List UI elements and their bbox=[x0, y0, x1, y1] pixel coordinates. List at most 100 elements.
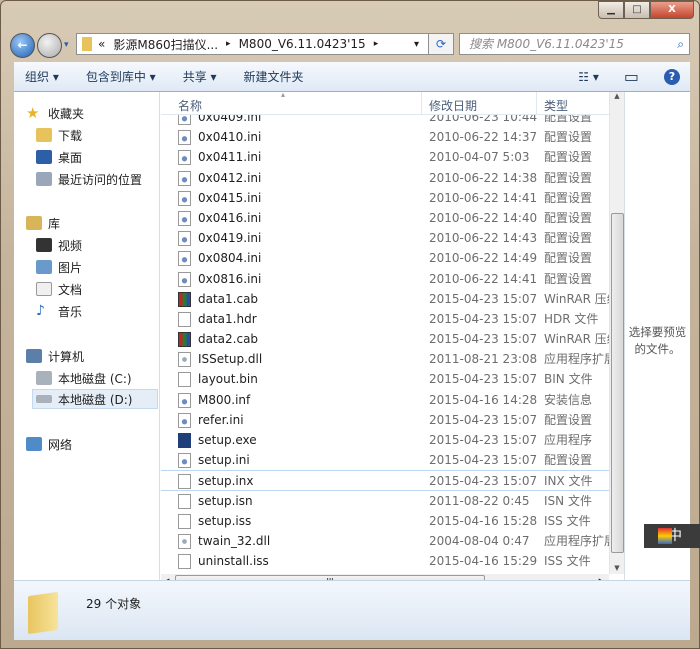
file-type: HDR 文件 bbox=[544, 311, 599, 326]
file-cfg-icon bbox=[178, 130, 191, 146]
file-row[interactable]: refer.ini 2015-04-23 15:07 配置设置 bbox=[161, 410, 609, 430]
file-row[interactable]: ISSetup.dll 2011-08-21 23:08 应用程序扩展 bbox=[161, 349, 609, 369]
file-type: 应用程序扩展 bbox=[544, 352, 609, 367]
file-date: 2015-04-23 15:07 bbox=[429, 474, 538, 489]
column-divider[interactable] bbox=[536, 92, 537, 115]
new-folder-button[interactable]: 新建文件夹 bbox=[244, 68, 304, 85]
search-input[interactable]: 搜索 M800_V6.11.0423'15 ⌕ bbox=[459, 33, 690, 55]
file-cfg-icon bbox=[178, 170, 191, 186]
file-row[interactable]: uninstall.iss 2015-04-16 15:29 ISS 文件 bbox=[161, 551, 609, 571]
file-row[interactable]: data1.hdr 2015-04-23 15:07 HDR 文件 bbox=[161, 309, 609, 329]
file-row[interactable]: 0x0419.ini 2010-06-22 14:43 配置设置 bbox=[161, 228, 609, 248]
organize-button[interactable]: 组织 ▾ bbox=[25, 68, 59, 85]
file-row[interactable]: 0x0415.ini 2010-06-22 14:41 配置设置 bbox=[161, 188, 609, 208]
details-pane: 29 个对象 bbox=[14, 580, 690, 640]
navigation-pane: ★ 收藏夹 下载 桌面 最近访问的位置 库 视频 图片 文档 ♪ 音乐 计算机 本地… bbox=[14, 92, 160, 580]
file-row[interactable]: data1.cab 2015-04-23 15:07 WinRAR 压缩文件 bbox=[161, 289, 609, 309]
scroll-down-icon[interactable]: ▼ bbox=[610, 564, 624, 572]
file-row[interactable]: data2.cab 2015-04-23 15:07 WinRAR 压缩文件 bbox=[161, 329, 609, 349]
file-type: 配置设置 bbox=[544, 130, 593, 145]
nav-desktop[interactable]: 桌面 bbox=[36, 147, 82, 167]
help-button[interactable]: ? bbox=[664, 68, 680, 85]
file-name: data2.cab bbox=[198, 332, 259, 347]
file-date: 2015-04-23 15:07 bbox=[429, 412, 538, 427]
address-dropdown-icon[interactable]: ▾ bbox=[414, 39, 419, 50]
file-date: 2010-06-22 14:49 bbox=[429, 251, 538, 266]
close-button[interactable]: X bbox=[650, 1, 694, 19]
file-row[interactable]: 0x0411.ini 2010-04-07 5:03 配置设置 bbox=[161, 147, 609, 167]
nav-music[interactable]: ♪ 音乐 bbox=[36, 301, 82, 321]
include-in-library-button[interactable]: 包含到库中 ▾ bbox=[86, 68, 156, 85]
file-row[interactable]: setup.ini 2015-04-23 15:07 配置设置 bbox=[161, 450, 609, 470]
address-bar[interactable]: « 影源M860扫描仪... ▸ M800_V6.11.0423'15 ▸ ▾ bbox=[76, 33, 454, 55]
file-date: 2010-06-22 14:40 bbox=[429, 210, 538, 225]
breadcrumb-overflow[interactable]: « bbox=[98, 37, 105, 51]
share-button[interactable]: 共享 ▾ bbox=[183, 68, 217, 85]
file-name: setup.ini bbox=[198, 453, 250, 468]
nav-drive-c[interactable]: 本地磁盘 (C:) bbox=[36, 368, 132, 388]
drive-icon bbox=[36, 371, 52, 385]
search-icon[interactable]: ⌕ bbox=[677, 34, 684, 54]
breadcrumb-item[interactable]: M800_V6.11.0423'15 bbox=[239, 37, 366, 51]
file-name: setup.isn bbox=[198, 493, 253, 508]
nav-favorites[interactable]: ★ 收藏夹 bbox=[26, 103, 84, 123]
column-header-name[interactable]: 名称 bbox=[178, 97, 202, 114]
recent-pages-dropdown-icon[interactable]: ▾ bbox=[64, 40, 69, 50]
scroll-up-icon[interactable]: ▲ bbox=[610, 92, 624, 100]
file-row[interactable]: 0x0412.ini 2010-06-22 14:38 配置设置 bbox=[161, 168, 609, 188]
nav-documents[interactable]: 文档 bbox=[36, 279, 82, 299]
nav-label: 下载 bbox=[58, 128, 83, 143]
nav-computer[interactable]: 计算机 bbox=[26, 346, 84, 366]
nav-pictures[interactable]: 图片 bbox=[36, 257, 82, 277]
recent-places-icon bbox=[36, 172, 52, 186]
file-type: WinRAR 压缩文件 bbox=[544, 332, 609, 347]
nav-network[interactable]: 网络 bbox=[26, 434, 72, 454]
folder-icon bbox=[82, 37, 92, 51]
network-icon bbox=[26, 437, 42, 451]
file-list: 名称 ▴ 修改日期 类型 0x0409.ini 2010-06-23 10:44… bbox=[161, 92, 609, 574]
file-doc-icon bbox=[178, 554, 191, 570]
vertical-scroll-thumb[interactable] bbox=[611, 213, 624, 553]
nav-label: 计算机 bbox=[48, 349, 85, 364]
column-header-date[interactable]: 修改日期 bbox=[429, 97, 477, 114]
column-divider[interactable] bbox=[421, 92, 422, 115]
breadcrumb-item[interactable]: 影源M860扫描仪... bbox=[113, 36, 218, 53]
column-header-type[interactable]: 类型 bbox=[544, 97, 568, 114]
forward-button[interactable] bbox=[37, 33, 62, 58]
back-button[interactable]: ← bbox=[10, 33, 35, 58]
file-doc-icon bbox=[178, 493, 191, 509]
view-options-button[interactable]: ☷ ▾ bbox=[578, 70, 599, 84]
file-row[interactable]: twain_32.dll 2004-08-04 0:47 应用程序扩展 bbox=[161, 531, 609, 551]
file-row[interactable]: 0x0416.ini 2010-06-22 14:40 配置设置 bbox=[161, 208, 609, 228]
refresh-button[interactable]: ⟳ bbox=[428, 33, 454, 55]
file-row[interactable]: 0x0410.ini 2010-06-22 14:37 配置设置 bbox=[161, 127, 609, 147]
nav-drive-d[interactable]: 本地磁盘 (D:) bbox=[32, 389, 158, 409]
file-row[interactable]: layout.bin 2015-04-23 15:07 BIN 文件 bbox=[161, 369, 609, 389]
file-cfg-icon bbox=[178, 271, 191, 287]
file-rar-icon bbox=[178, 332, 191, 348]
file-row[interactable]: 0x0816.ini 2010-06-22 14:41 配置设置 bbox=[161, 269, 609, 289]
nav-libraries[interactable]: 库 bbox=[26, 213, 60, 233]
vertical-scrollbar[interactable]: ▲ ▼ bbox=[609, 92, 624, 574]
nav-recent[interactable]: 最近访问的位置 bbox=[36, 169, 142, 189]
file-row[interactable]: setup.isn 2011-08-22 0:45 ISN 文件 bbox=[161, 491, 609, 511]
breadcrumb-separator[interactable]: ▸ bbox=[226, 39, 231, 49]
minimize-button[interactable]: ▁ bbox=[598, 1, 624, 19]
preview-pane-button[interactable]: ▭ bbox=[624, 67, 639, 86]
file-type: 安装信息 bbox=[544, 392, 593, 407]
file-row[interactable]: 0x0804.ini 2010-06-22 14:49 配置设置 bbox=[161, 248, 609, 268]
nav-videos[interactable]: 视频 bbox=[36, 235, 82, 255]
file-row[interactable]: setup.inx 2015-04-23 15:07 INX 文件 bbox=[161, 470, 609, 491]
file-row[interactable]: M800.inf 2015-04-16 14:28 安装信息 bbox=[161, 390, 609, 410]
nav-downloads[interactable]: 下载 bbox=[36, 125, 82, 145]
file-cfg-icon bbox=[178, 453, 191, 469]
file-type: ISS 文件 bbox=[544, 513, 591, 528]
file-row[interactable]: setup.iss 2015-04-16 15:28 ISS 文件 bbox=[161, 511, 609, 531]
nav-label: 视频 bbox=[58, 238, 83, 253]
file-row[interactable]: setup.exe 2015-04-23 15:07 应用程序 bbox=[161, 430, 609, 450]
ime-indicator[interactable]: 中 bbox=[644, 524, 700, 548]
computer-icon bbox=[26, 349, 42, 363]
breadcrumb-separator[interactable]: ▸ bbox=[374, 39, 379, 49]
file-date: 2010-06-22 14:41 bbox=[429, 190, 538, 205]
maximize-button[interactable]: □ bbox=[624, 1, 650, 19]
